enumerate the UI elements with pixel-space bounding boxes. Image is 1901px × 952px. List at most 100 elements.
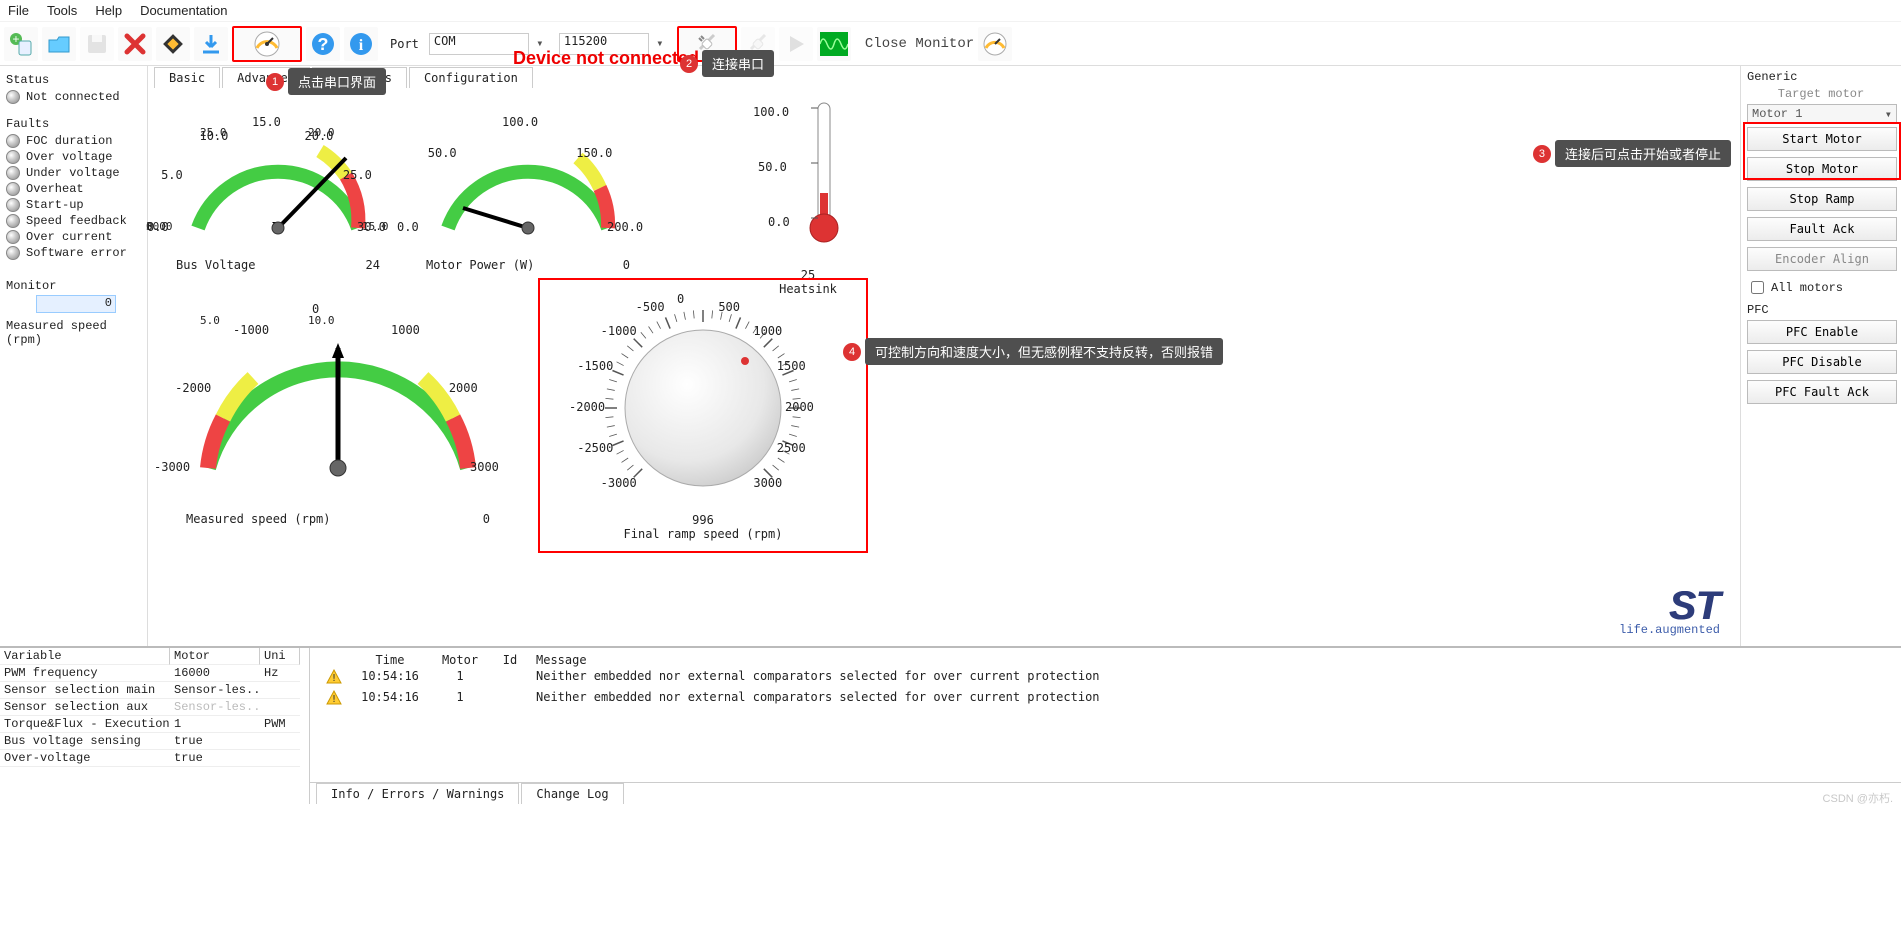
open-icon[interactable]: [42, 27, 76, 61]
gauge-tick: -2000: [569, 400, 605, 414]
gauge-tick: 1000: [753, 324, 782, 338]
log-row[interactable]: !10:54:161Neither embedded nor external …: [310, 668, 1901, 689]
fault-label: Under voltage: [26, 166, 120, 180]
menu-help[interactable]: Help: [95, 3, 122, 18]
port-value: COM: [434, 34, 456, 48]
menu-doc[interactable]: Documentation: [140, 3, 227, 18]
chevron-down-icon: ▾: [1885, 107, 1892, 122]
gauge-tick: 0.0: [397, 220, 419, 234]
fault-label: Overheat: [26, 182, 84, 196]
monitor-label: Measured speed (rpm): [6, 319, 141, 347]
log-header-motor[interactable]: Motor: [430, 652, 490, 668]
final-ramp-label: Final ramp speed (rpm): [543, 527, 863, 541]
gauge-tick: 3000: [753, 476, 782, 490]
menu-file[interactable]: File: [8, 3, 29, 18]
save-icon[interactable]: [80, 27, 114, 61]
callout-text-1: 点击串口界面: [288, 68, 386, 95]
menu-tools[interactable]: Tools: [47, 3, 77, 18]
log-header-id[interactable]: Id: [490, 652, 530, 668]
fault-led: [6, 230, 20, 244]
info-icon[interactable]: i: [344, 27, 378, 61]
callout-text-2: 连接串口: [702, 50, 774, 77]
close-monitor-label[interactable]: Close Monitor: [865, 36, 974, 52]
play-icon[interactable]: [779, 27, 813, 61]
callout-text-4: 可控制方向和速度大小，但无感例程不支持反转，否则报错: [865, 338, 1223, 365]
fault-label: Over current: [26, 230, 112, 244]
log-tab[interactable]: Info / Errors / Warnings: [316, 783, 519, 804]
download-icon[interactable]: [194, 27, 228, 61]
pfc-enable-button[interactable]: PFC Enable: [1747, 320, 1897, 344]
help-icon[interactable]: ?: [306, 27, 340, 61]
target-motor-label: Target motor: [1747, 87, 1895, 101]
svg-text:!: !: [331, 694, 337, 705]
gauge-tick: 30.0: [357, 220, 386, 234]
fault-label: Over voltage: [26, 150, 112, 164]
fault-label: Start-up: [26, 198, 84, 212]
monitor-gauge-icon[interactable]: [978, 27, 1012, 61]
gauge-tick: 25.0: [343, 168, 372, 182]
status-not-connected: Not connected: [26, 90, 120, 104]
stop-ramp-button[interactable]: Stop Ramp: [1747, 187, 1897, 211]
tab-basic[interactable]: Basic: [154, 67, 220, 88]
log-header-time[interactable]: Time: [350, 652, 430, 668]
log-row[interactable]: !10:54:161Neither embedded nor external …: [310, 689, 1901, 710]
gauge-tick: 200.0: [607, 220, 643, 234]
new-icon[interactable]: +: [4, 27, 38, 61]
all-motors-input[interactable]: [1751, 281, 1764, 294]
gauge-tick: 20.0: [305, 129, 334, 143]
fault-led: [6, 198, 20, 212]
status-led: [6, 90, 20, 104]
gauge-tick: 3000: [470, 460, 499, 474]
svg-text:?: ?: [318, 36, 329, 56]
watermark: CSDN @亦朽.: [1823, 790, 1893, 806]
gauge-tick: 0.0: [147, 220, 169, 234]
device-not-connected-text: Device not connected: [513, 48, 699, 69]
log-tab[interactable]: Change Log: [521, 783, 623, 804]
delete-icon[interactable]: [118, 27, 152, 61]
log-header-message[interactable]: Message: [530, 652, 1901, 668]
bus-voltage-label: Bus Voltage: [176, 258, 255, 272]
all-motors-checkbox[interactable]: All motors: [1747, 278, 1895, 297]
pfc-disable-button[interactable]: PFC Disable: [1747, 350, 1897, 374]
gauge-tick: 1500: [777, 359, 806, 373]
chip-icon[interactable]: [156, 27, 190, 61]
stop-motor-button[interactable]: Stop Motor: [1747, 157, 1897, 181]
vars-row[interactable]: Over-voltagetrue: [0, 750, 309, 767]
faults-title: Faults: [6, 117, 141, 131]
vars-header-motor[interactable]: Motor: [170, 648, 260, 665]
fault-led: [6, 214, 20, 228]
tab-configuration[interactable]: Configuration: [409, 67, 533, 88]
gauge-tick: 50.0: [428, 146, 457, 160]
encoder-align-button[interactable]: Encoder Align: [1747, 247, 1897, 271]
gauge-tick: -3000: [154, 460, 190, 474]
heatsink-tick-50: 50.0: [758, 160, 787, 174]
vars-row[interactable]: Torque&Flux - Execution ...1PWM: [0, 716, 309, 733]
vars-row[interactable]: PWM frequency16000Hz: [0, 665, 309, 682]
final-ramp-knob[interactable]: [553, 283, 853, 513]
gauge-tick: 15.0: [252, 115, 281, 129]
start-motor-button[interactable]: Start Motor: [1747, 127, 1897, 151]
vars-row[interactable]: Bus voltage sensingtrue: [0, 733, 309, 750]
motor-select[interactable]: Motor 1 ▾: [1747, 104, 1897, 124]
pfc-fault-ack-button[interactable]: PFC Fault Ack: [1747, 380, 1897, 404]
gauge-tick: 5.0: [161, 168, 183, 182]
gauge-tick: 0: [677, 292, 684, 306]
fault-led: [6, 166, 20, 180]
gauge-tick: 10.0: [200, 129, 229, 143]
monitor-title: Monitor: [6, 279, 141, 293]
scope-icon[interactable]: [817, 27, 851, 61]
gauge-tick: 0: [312, 302, 319, 316]
callout-3: 3 连接后可点击开始或者停止: [1533, 140, 1731, 167]
fault-led: [6, 182, 20, 196]
gauge-tick: -2000: [175, 381, 211, 395]
gauge-tick: 2000: [785, 400, 814, 414]
vars-header-variable[interactable]: Variable: [0, 648, 170, 665]
serial-dashboard-button[interactable]: [232, 26, 302, 62]
fault-ack-button[interactable]: Fault Ack: [1747, 217, 1897, 241]
st-logo-tagline: life.augmented: [1619, 623, 1720, 637]
vars-row[interactable]: Sensor selection auxSensor-les...: [0, 699, 309, 716]
heatsink-tick-100: 100.0: [753, 105, 789, 119]
vars-row[interactable]: Sensor selection mainSensor-les...: [0, 682, 309, 699]
status-title: Status: [6, 73, 141, 87]
vars-header-unit[interactable]: Uni: [260, 648, 300, 665]
